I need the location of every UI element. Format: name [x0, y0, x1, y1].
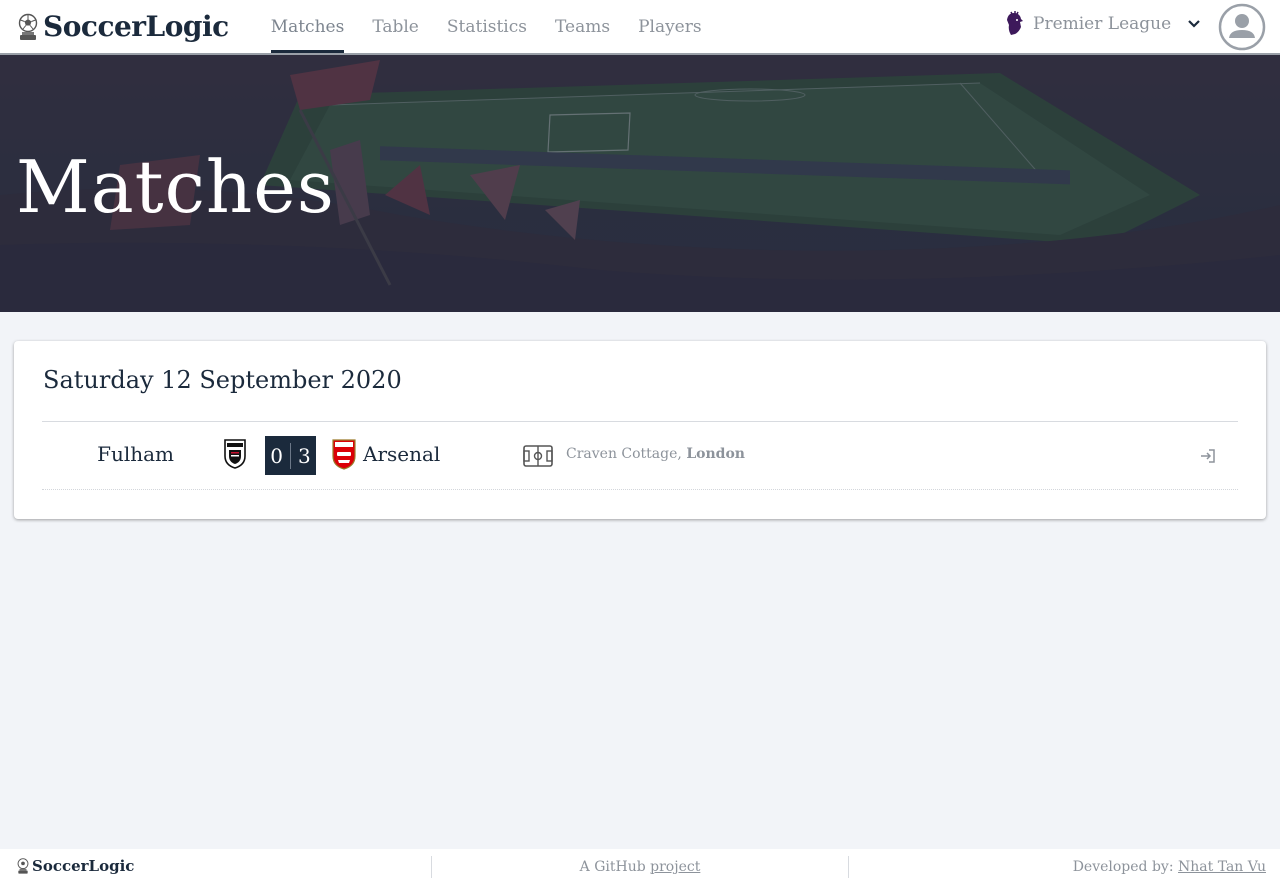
footer-developer-text: Developed by: — [1072, 859, 1178, 875]
main-nav: Matches Table Statistics Teams Players — [257, 0, 716, 53]
venue-city: London — [686, 446, 745, 462]
home-team-name: Fulham — [97, 442, 174, 466]
top-navbar: SoccerLogic Matches Table Statistics Tea… — [0, 0, 1280, 55]
score-separator — [290, 442, 291, 469]
footer-developer: Developed by: Nhat Tan Vu — [1073, 859, 1266, 875]
league-selector[interactable]: Premier League — [1003, 10, 1171, 38]
score-box: 0 3 — [265, 436, 316, 475]
brand-name: SoccerLogic — [43, 10, 229, 43]
match-venue: Craven Cottage, London — [566, 446, 745, 462]
venue-name: Craven Cottage — [566, 446, 678, 462]
nav-item-table[interactable]: Table — [358, 0, 433, 53]
open-match-icon[interactable] — [1200, 449, 1216, 463]
venue-separator: , — [677, 446, 682, 462]
footer-brand[interactable]: SoccerLogic — [16, 857, 134, 875]
fulham-crest-icon — [224, 439, 246, 469]
page-title: Matches — [16, 145, 335, 229]
arsenal-crest-icon — [332, 439, 356, 470]
matchday-date: Saturday 12 September 2020 — [43, 366, 402, 394]
user-avatar-icon[interactable] — [1218, 3, 1266, 51]
matchday-card: Saturday 12 September 2020 Fulham 0 3 Ar… — [14, 341, 1266, 519]
footer-github-text: A GitHub — [579, 859, 651, 875]
match-row[interactable]: Fulham 0 3 Arsenal Craven Cottage, Londo… — [42, 422, 1238, 490]
nav-item-statistics[interactable]: Statistics — [433, 0, 541, 53]
nav-item-teams[interactable]: Teams — [541, 0, 624, 53]
github-project-link[interactable]: project — [650, 859, 700, 875]
brand[interactable]: SoccerLogic — [16, 10, 229, 43]
footer-github: A GitHub project — [432, 859, 848, 875]
league-name: Premier League — [1033, 14, 1172, 34]
away-score: 3 — [298, 443, 311, 468]
home-score: 0 — [270, 443, 283, 468]
hero-banner: Matches — [0, 55, 1280, 312]
chevron-down-icon[interactable] — [1187, 17, 1201, 31]
trophy-ball-icon — [18, 13, 38, 40]
premier-league-lion-icon — [1007, 11, 1023, 35]
nav-item-matches[interactable]: Matches — [257, 0, 359, 53]
developer-link[interactable]: Nhat Tan Vu — [1178, 859, 1266, 875]
stadium-pitch-icon — [523, 445, 553, 467]
footer-brand-name: SoccerLogic — [32, 857, 135, 875]
away-team-name: Arsenal — [363, 442, 441, 466]
footer-divider — [848, 856, 849, 878]
trophy-ball-icon — [17, 858, 29, 874]
nav-item-players[interactable]: Players — [624, 0, 716, 53]
footer: SoccerLogic A GitHub project Developed b… — [0, 849, 1280, 887]
